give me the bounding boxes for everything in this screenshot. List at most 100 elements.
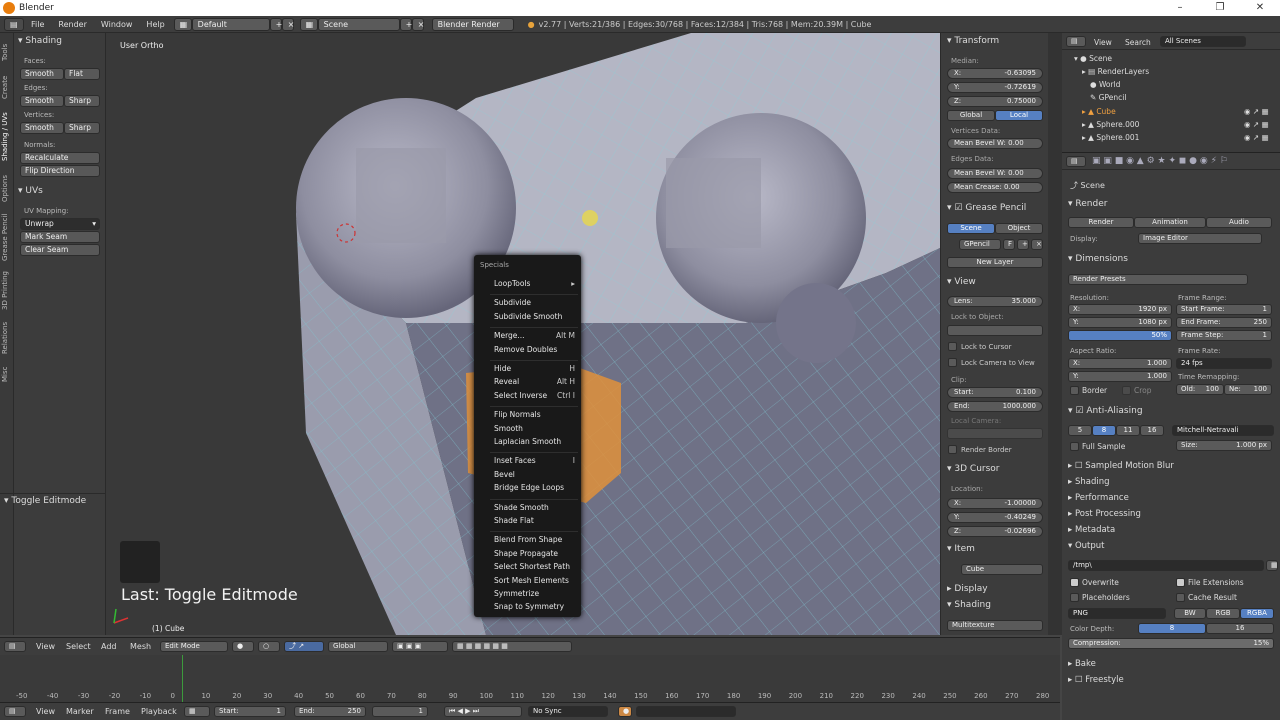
add-scene-icon[interactable]: + [399,17,412,31]
resolution-y-field[interactable]: Y: 1080 px [1068,317,1172,328]
aa-samples-8[interactable]: 8 [1092,425,1116,436]
new-layer-button[interactable]: New Layer [947,257,1043,268]
specials-item-bridge-edge-loops[interactable]: Bridge Edge Loops [494,483,578,492]
outliner-item-renderlayers[interactable]: ▸ ▤ RenderLayers [1082,67,1149,76]
layout-icon[interactable]: ▦ [173,17,192,31]
lock-to-cursor-checkbox[interactable] [948,342,957,351]
median-z-field[interactable]: Z: 0.75000 [947,96,1043,107]
marker-menu[interactable]: Marker [66,707,94,716]
tab-options[interactable]: Options [1,169,13,207]
time-remap-old-field[interactable]: Old: 100 [1176,384,1224,395]
compression-slider[interactable]: Compression: 15% [1068,638,1274,649]
resolution-percentage-field[interactable]: 50% [1068,330,1172,341]
specials-item-looptools[interactable]: LoopTools ▸ [494,279,578,288]
mark-seam-button[interactable]: Mark Seam [20,231,100,243]
viewport-shading-icon[interactable]: ● [232,641,254,652]
cursor-x-field[interactable]: X: -1.00000 [947,498,1043,509]
playback-menu[interactable]: Playback [141,707,177,716]
specials-item-smooth[interactable]: Smooth [494,424,578,433]
color-rgba-toggle[interactable]: RGBA [1240,608,1274,619]
specials-item-remove-doubles[interactable]: Remove Doubles [494,345,578,354]
time-remap-new-field[interactable]: Ne: 100 [1224,384,1272,395]
cursor-y-field[interactable]: Y: -0.40249 [947,512,1043,523]
header-tool-icons[interactable]: ▦ ▦ ▦ ▦ ▦ ▦ [452,641,572,652]
display-panel-header[interactable]: ▸ Display [947,584,988,594]
clip-end-field[interactable]: End: 1000.000 [947,401,1043,412]
render-engine-select[interactable]: Blender Render [431,17,514,31]
specials-item-snap-to-symmetry[interactable]: Snap to Symmetry [494,602,578,611]
unwrap-menu[interactable]: Unwrap ▾ [20,218,100,230]
render-border-checkbox[interactable] [948,445,957,454]
region-scrollbar[interactable] [1048,33,1062,635]
keying-set-field[interactable] [636,706,736,717]
median-y-field[interactable]: Y: -0.72619 [947,82,1043,93]
vertices-sharp-button[interactable]: Sharp [64,122,100,134]
folder-icon[interactable]: ▦ [1266,560,1278,571]
specials-item-shade-smooth[interactable]: Shade Smooth [494,503,578,512]
recalculate-button[interactable]: Recalculate [20,152,100,164]
frame-menu[interactable]: Frame [105,707,130,716]
timeline-start-field[interactable]: Start: 1 [214,706,286,717]
shading-panel-header-props[interactable]: ▸ Shading [1068,477,1110,487]
lock-camera-checkbox[interactable] [948,358,957,367]
frame-step-field[interactable]: Frame Step: 1 [1176,330,1272,341]
tab-misc[interactable]: Misc [1,361,13,387]
tab-grease-pencil[interactable]: Grease Pencil [1,209,13,265]
view-menu[interactable]: View [36,642,55,651]
specials-item-hide[interactable]: Hide H [494,364,578,373]
gpencil-field[interactable]: GPencil [959,239,1001,250]
menu-file[interactable]: File [24,20,51,29]
render-button[interactable]: Render [1068,217,1134,228]
aa-samples-5[interactable]: 5 [1068,425,1092,436]
specials-item-bevel[interactable]: Bevel [494,470,578,479]
color-depth-8[interactable]: 8 [1138,623,1206,634]
color-depth-16[interactable]: 16 [1206,623,1274,634]
timeline-end-field[interactable]: End: 250 [294,706,366,717]
color-bw-toggle[interactable]: BW [1174,608,1206,619]
freestyle-panel-header[interactable]: ▸ ☐ Freestyle [1068,675,1124,685]
close-icon[interactable]: ✕ [1240,0,1280,16]
mean-crease-field[interactable]: Mean Crease: 0.00 [947,182,1043,193]
faces-smooth-button[interactable]: Smooth [20,68,64,80]
timeline-editor-icon[interactable]: ▤ [4,706,26,717]
outliner-item-cube[interactable]: ▸ ▲ Cube [1082,107,1116,116]
outliner-item-world[interactable]: ● World [1090,80,1120,89]
specials-item-laplacian-smooth[interactable]: Laplacian Smooth [494,437,578,446]
remove-layout-icon[interactable]: × [281,17,294,31]
clear-seam-button[interactable]: Clear Seam [20,244,100,256]
aspect-x-field[interactable]: X: 1.000 [1068,358,1172,369]
specials-item-select-shortest-path[interactable]: Select Shortest Path [494,562,578,571]
remove-scene-icon[interactable]: × [411,17,424,31]
outliner-item-scene[interactable]: ▾ ● Scene [1074,54,1112,63]
specials-item-symmetrize[interactable]: Symmetrize [494,589,578,598]
outliner-item-gpencil[interactable]: ✎ GPencil [1090,93,1126,102]
transform-orientation-select[interactable]: Global [328,641,388,652]
animation-button[interactable]: Animation [1134,217,1206,228]
outliner-editor-icon[interactable]: ▤ [1066,36,1086,47]
specials-item-blend-from-shape[interactable]: Blend From Shape [494,535,578,544]
mode-select[interactable]: Edit Mode [160,641,228,652]
add-menu[interactable]: Add [101,642,117,651]
visibility-icons-sphere000[interactable]: ◉ ↗ ▦ [1244,120,1269,129]
cursor-z-field[interactable]: Z: -0.02696 [947,526,1043,537]
outliner-filter-select[interactable]: All Scenes [1160,36,1246,47]
specials-item-subdivide[interactable]: Subdivide [494,298,578,307]
aa-samples-11[interactable]: 11 [1116,425,1140,436]
file-format-select[interactable]: PNG [1068,608,1166,619]
resolution-x-field[interactable]: X: 1920 px [1068,304,1172,315]
lens-field[interactable]: Lens: 35.000 [947,296,1043,307]
grease-scene-toggle[interactable]: Scene [947,223,995,234]
edges-smooth-button[interactable]: Smooth [20,95,64,107]
visibility-icons-cube[interactable]: ◉ ↗ ▦ [1244,107,1269,116]
multitexture-select[interactable]: Multitexture [947,620,1043,631]
local-toggle[interactable]: Local [995,110,1043,121]
faces-flat-button[interactable]: Flat [64,68,100,80]
tab-3d-printing[interactable]: 3D Printing [1,267,13,315]
outliner-item-sphere000[interactable]: ▸ ▲ Sphere.000 [1082,120,1139,129]
specials-item-flip-normals[interactable]: Flip Normals [494,410,578,419]
menu-help[interactable]: Help [139,20,171,29]
playback-controls[interactable]: ⏮ ◀ ▶ ⏭ [444,706,522,717]
output-path-field[interactable]: /tmp\ [1068,560,1264,571]
timeline-view-menu[interactable]: View [36,707,55,716]
output-panel-header[interactable]: ▾ Output [1068,541,1105,551]
